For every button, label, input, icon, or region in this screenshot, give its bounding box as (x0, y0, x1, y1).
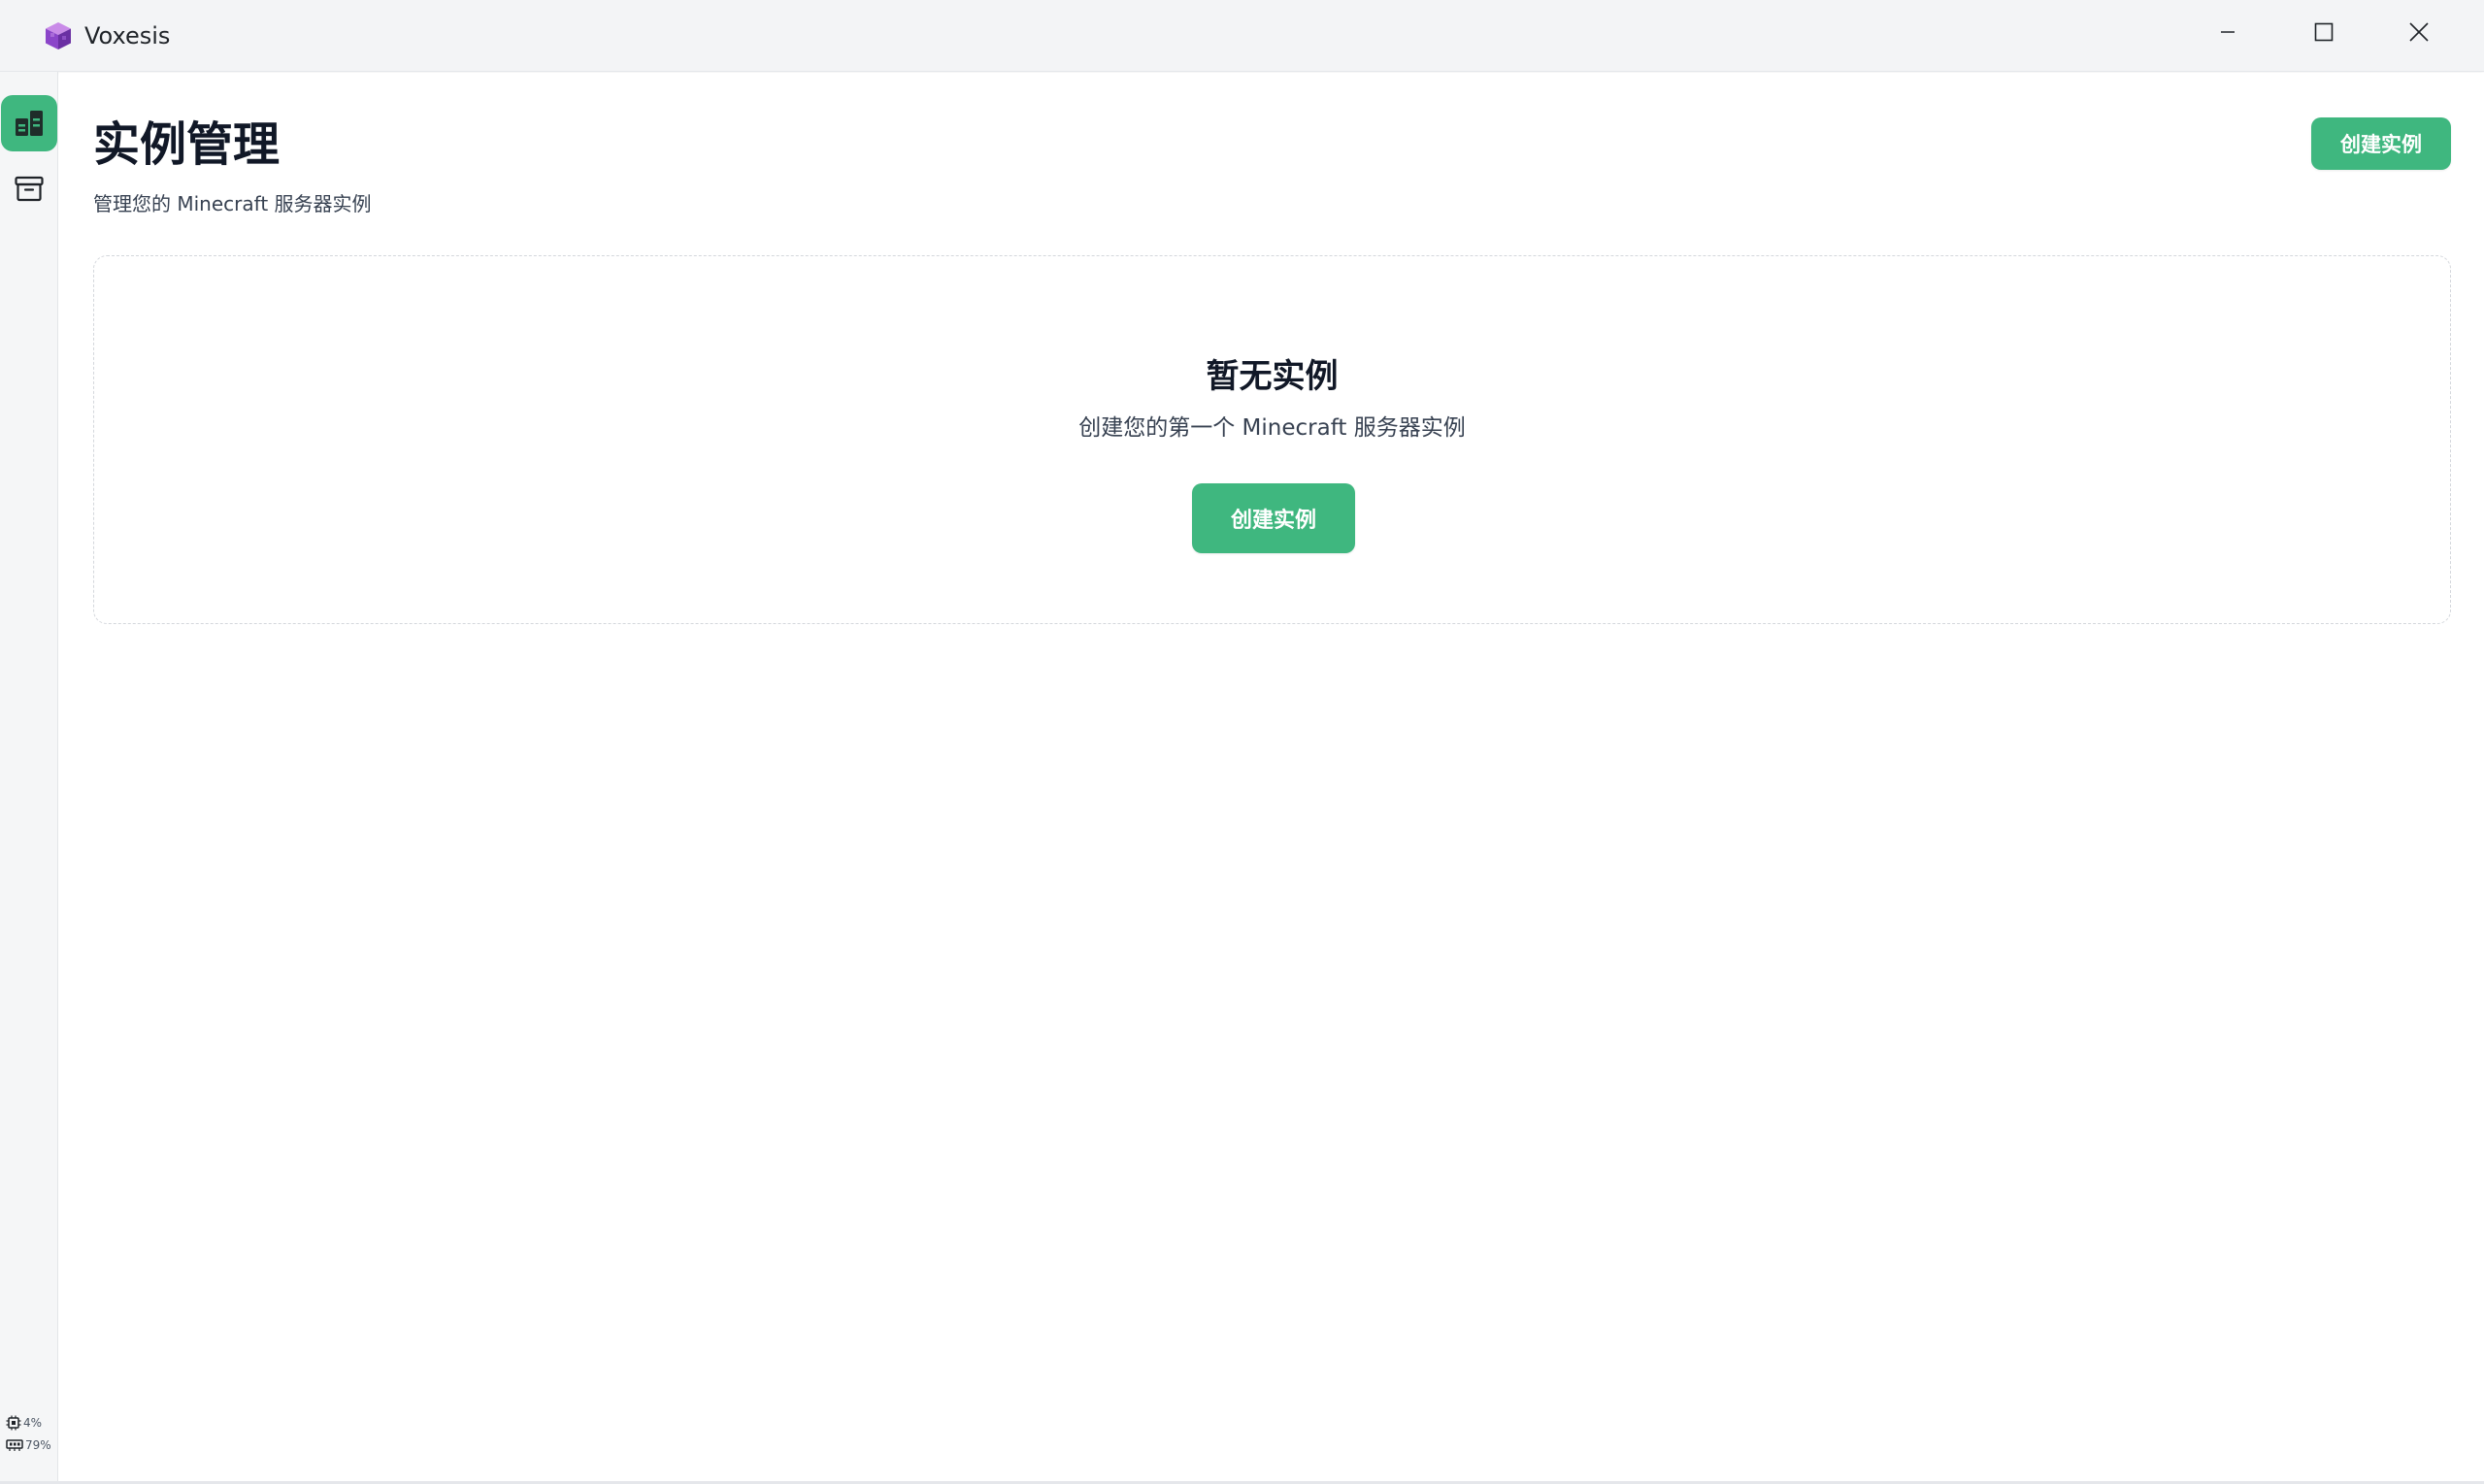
sidebar-item-archive[interactable] (1, 161, 57, 217)
maximize-icon (2314, 22, 2334, 42)
memory-usage: 79% (6, 1438, 51, 1452)
empty-state-create-button[interactable]: 创建实例 (1192, 483, 1355, 553)
title-bar[interactable]: Voxesis (0, 0, 2484, 72)
page-title: 实例管理 (93, 117, 281, 172)
cpu-usage-value: 4% (23, 1416, 43, 1430)
app-logo-icon (46, 22, 71, 49)
close-icon (2409, 22, 2429, 42)
minimize-button[interactable] (2181, 0, 2274, 64)
memory-usage-value: 79% (25, 1438, 51, 1452)
cpu-icon (6, 1415, 21, 1431)
window-title: Voxesis (84, 22, 171, 49)
create-instance-button[interactable]: 创建实例 (2311, 117, 2451, 170)
minimize-icon (2221, 31, 2235, 33)
close-button[interactable] (2372, 0, 2466, 64)
maximize-button[interactable] (2277, 0, 2370, 64)
dashboard-icon (16, 111, 43, 136)
empty-state-description: 创建您的第一个 Minecraft 服务器实例 (1078, 415, 1466, 441)
empty-state-card: 暂无实例 创建您的第一个 Minecraft 服务器实例 创建实例 (93, 255, 2451, 624)
page-subtitle: 管理您的 Minecraft 服务器实例 (93, 192, 372, 215)
sidebar-item-instances[interactable] (1, 95, 57, 151)
cpu-usage: 4% (6, 1415, 42, 1431)
empty-state-title: 暂无实例 (1206, 357, 1339, 396)
archive-icon (15, 176, 44, 202)
main-content: 实例管理 管理您的 Minecraft 服务器实例 创建实例 暂无实例 创建您的… (59, 73, 2484, 1484)
sidebar: 4% 79% (0, 72, 58, 1484)
memory-icon (6, 1439, 23, 1451)
app-window: Voxesis 4% 79% 实例管理 管理您的 Minecraft 服务器实例… (0, 0, 2484, 1484)
